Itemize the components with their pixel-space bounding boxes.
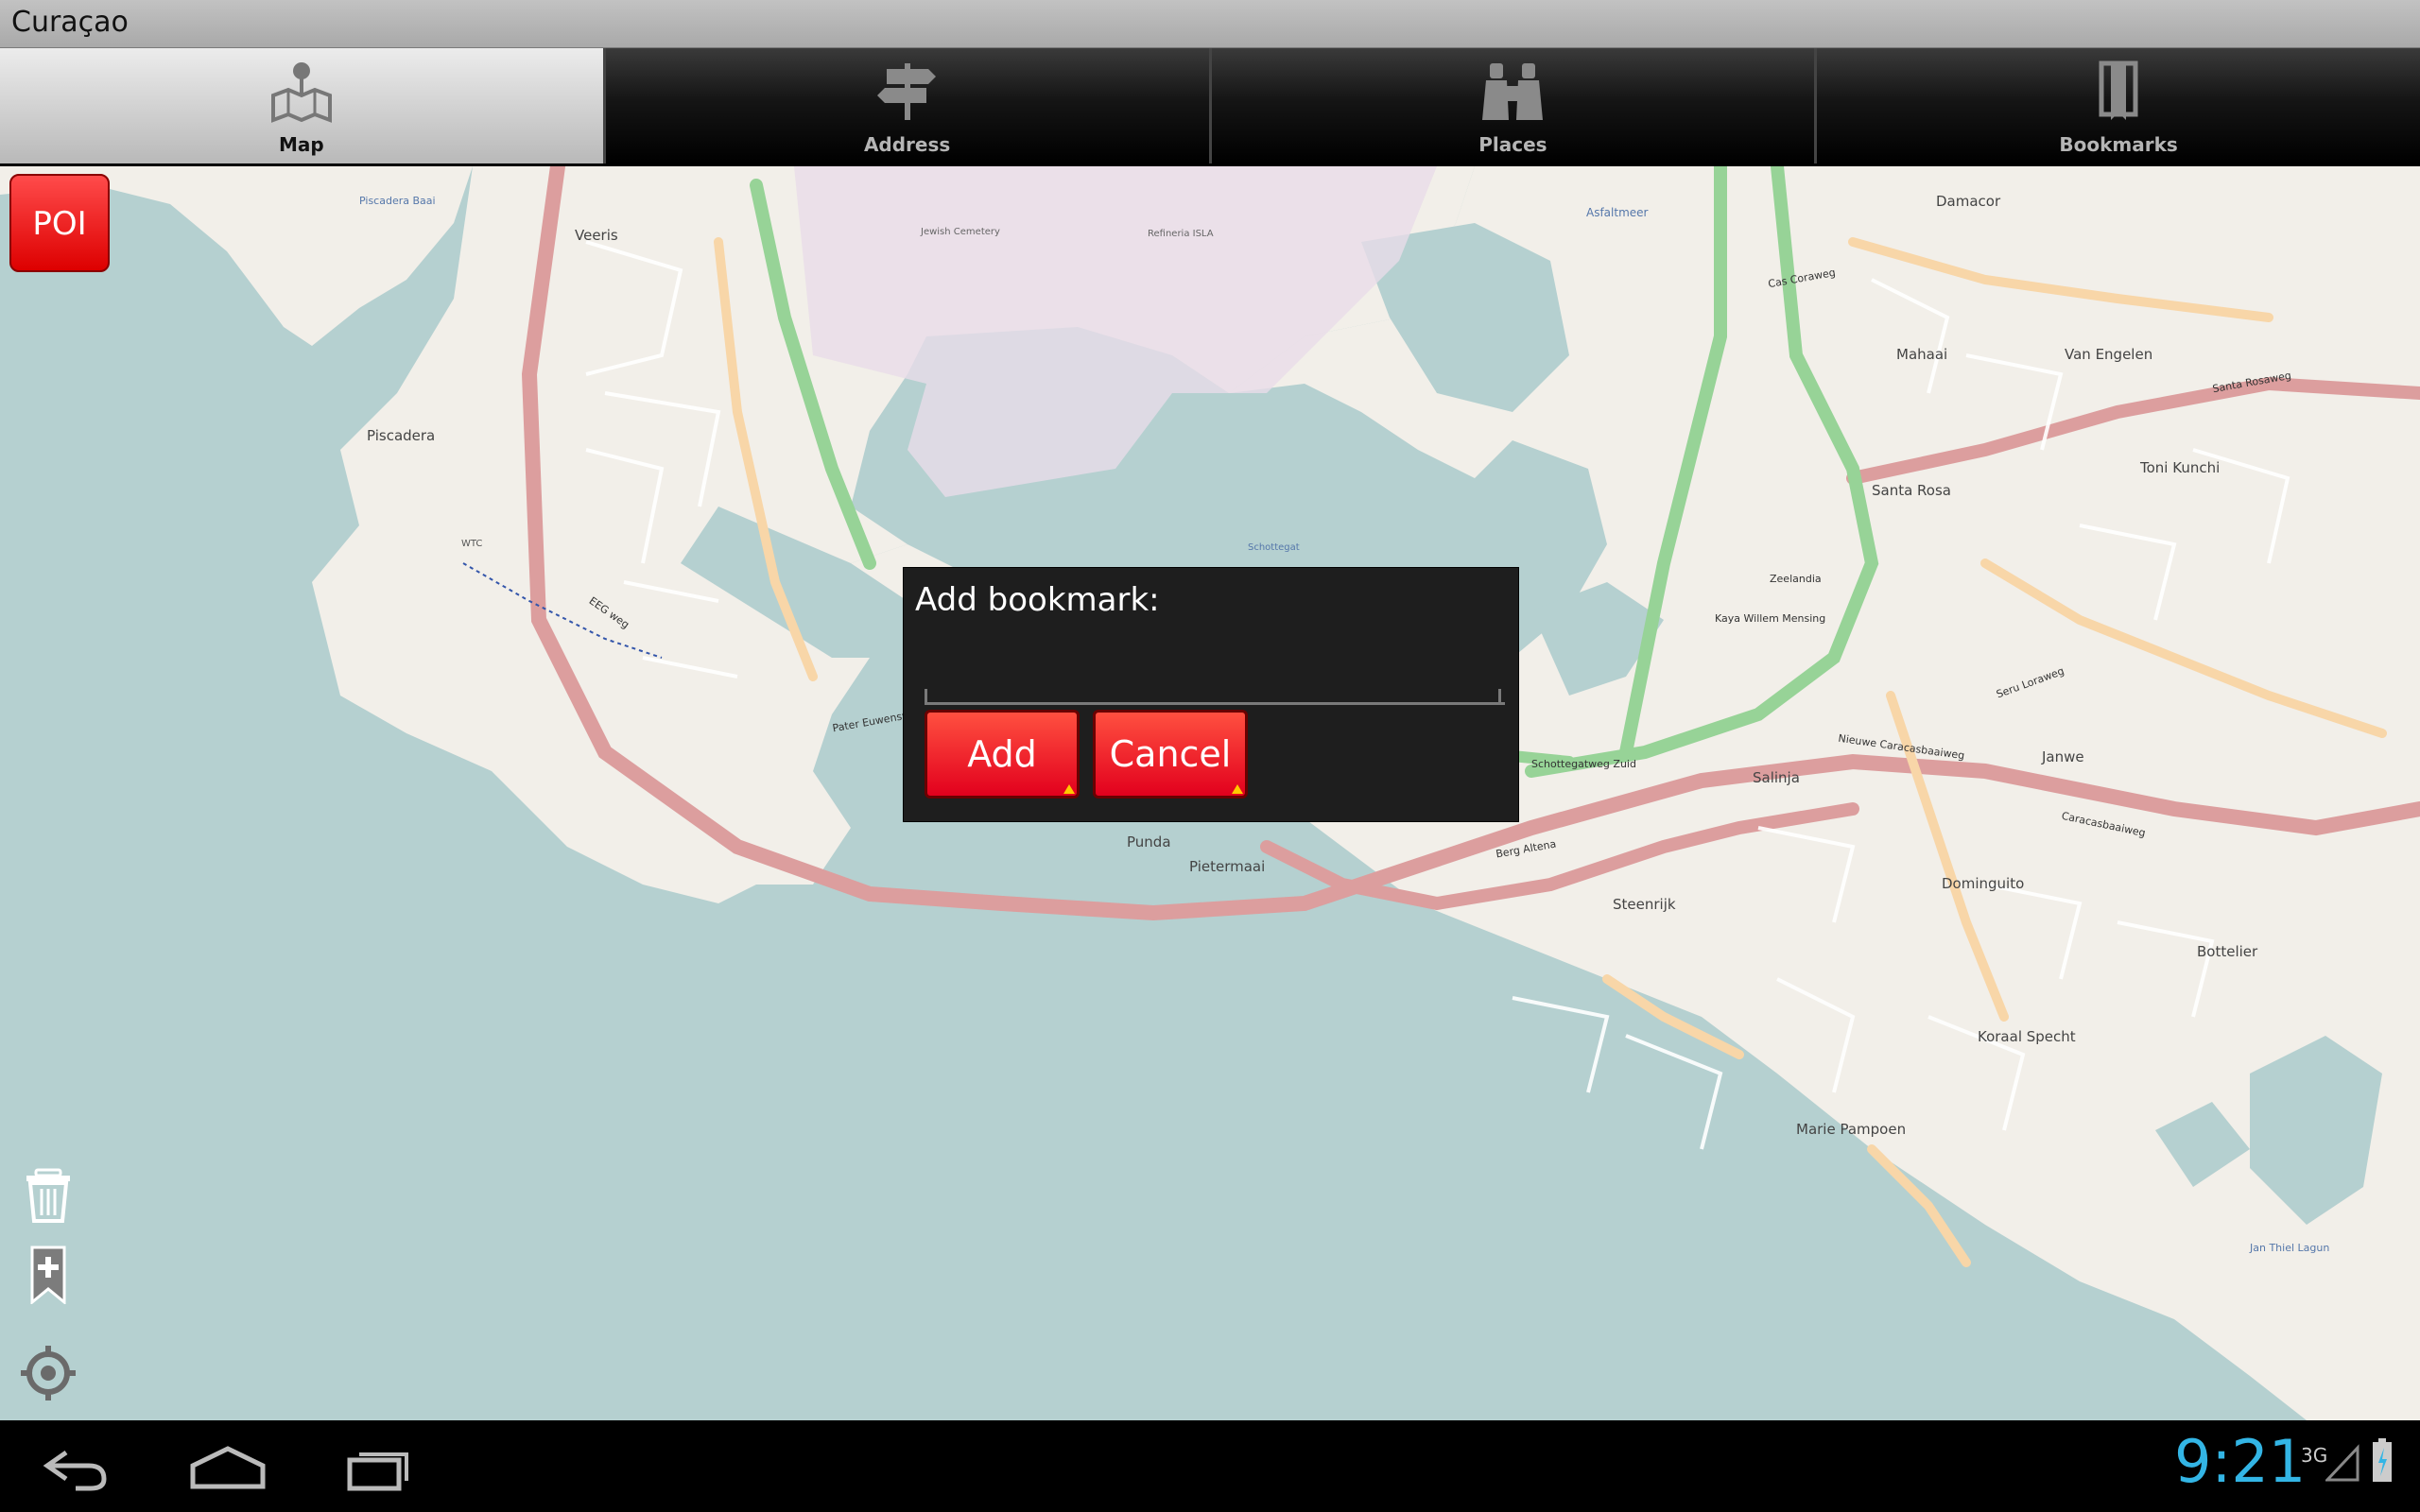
map-label-punda: Punda — [1127, 833, 1171, 850]
map-label-kaya-willem-mensing: Kaya Willem Mensing — [1715, 612, 1826, 625]
map-label-marie-pampoen: Marie Pampoen — [1796, 1121, 1907, 1138]
tab-address-label: Address — [863, 133, 951, 156]
map-label-mahaai: Mahaai — [1896, 346, 1948, 363]
tab-map[interactable]: Map — [0, 48, 606, 163]
map-label-koraal-specht: Koraal Specht — [1978, 1028, 2076, 1045]
status-clock: 9:21 — [2174, 1427, 2307, 1496]
input-underline-right — [1498, 689, 1501, 702]
map-label-janwe: Janwe — [2042, 748, 2084, 765]
tab-map-label: Map — [279, 133, 324, 156]
map-label-zeelandia: Zeelandia — [1770, 573, 1822, 585]
map-label-piscadera-baai: Piscadera Baai — [359, 195, 436, 207]
poi-button[interactable]: POI — [9, 174, 110, 272]
map-label-refineria-isla: Refineria ISLA — [1148, 229, 1214, 239]
signpost-icon — [876, 63, 936, 120]
map-label-wtc: WTC — [461, 539, 483, 549]
tab-bar: Map Address Places Bookmarks — [0, 48, 2420, 163]
my-location-icon[interactable] — [21, 1344, 76, 1402]
add-bookmark-dialog: Add bookmark: Add Cancel — [903, 567, 1519, 822]
tab-places[interactable]: Places — [1211, 48, 1818, 163]
add-bookmark-icon[interactable] — [21, 1246, 76, 1304]
add-button-label: Add — [967, 733, 1037, 775]
map-label-santa-rosa: Santa Rosa — [1872, 482, 1951, 499]
map-label-toni-kunchi: Toni Kunchi — [2140, 459, 2221, 476]
app-title: Curaçao — [11, 6, 129, 39]
map-label-asfaltmeer: Asfaltmeer — [1586, 206, 1649, 219]
input-underline-left — [925, 689, 927, 702]
tab-bookmarks-label: Bookmarks — [2059, 133, 2178, 156]
map-label-salinja: Salinja — [1753, 769, 1800, 786]
map-label-jan-thiel-lagun: Jan Thiel Lagun — [2250, 1242, 2330, 1254]
system-nav-bar — [0, 1420, 2420, 1512]
tab-places-label: Places — [1478, 133, 1547, 156]
warning-icon — [1063, 784, 1075, 794]
map-label-veeris: Veeris — [575, 227, 618, 244]
back-icon[interactable] — [38, 1439, 113, 1496]
map-label-dominguito: Dominguito — [1942, 875, 2025, 892]
dialog-title: Add bookmark: — [915, 581, 1160, 619]
home-icon[interactable] — [185, 1439, 270, 1496]
title-bar: Curaçao — [0, 0, 2420, 48]
map-label-steenrijk: Steenrijk — [1613, 896, 1676, 913]
map-label-damacor: Damacor — [1936, 193, 2001, 210]
map-label-bottelier: Bottelier — [2197, 943, 2258, 960]
map-label-schottegat: Schottegat — [1248, 542, 1300, 553]
bookmark-icon — [2099, 60, 2138, 120]
trash-icon[interactable] — [21, 1166, 76, 1225]
map-label-van-engelen: Van Engelen — [2065, 346, 2153, 363]
map-label-schottegatweg-zuid: Schottegatweg Zuid — [1531, 758, 1636, 770]
recent-apps-icon[interactable] — [340, 1439, 416, 1496]
tab-address[interactable]: Address — [605, 48, 1212, 163]
map-pin-icon — [270, 62, 332, 123]
map-label-piscadera: Piscadera — [367, 427, 436, 444]
binoculars-icon — [1482, 63, 1544, 120]
add-button[interactable]: Add — [925, 710, 1080, 799]
map-label-jewish-cemetery: Jewish Cemetery — [921, 227, 1000, 237]
cancel-button-label: Cancel — [1109, 733, 1232, 775]
signal-icon — [2325, 1444, 2360, 1482]
warning-icon — [1232, 784, 1243, 794]
battery-icon — [2373, 1438, 2392, 1482]
tab-bookmarks[interactable]: Bookmarks — [1817, 48, 2420, 163]
cancel-button[interactable]: Cancel — [1093, 710, 1248, 799]
bookmark-name-input[interactable] — [925, 615, 1505, 705]
network-type: 3G — [2301, 1444, 2328, 1467]
map-label-pietermaai: Pietermaai — [1189, 858, 1266, 875]
